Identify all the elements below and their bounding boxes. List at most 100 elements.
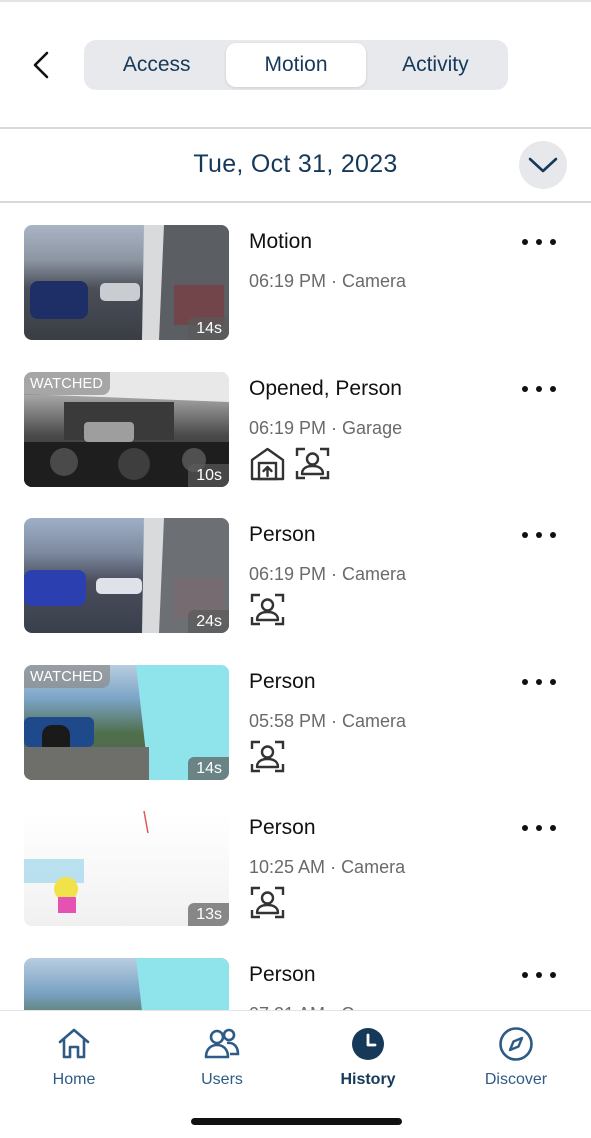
meta-separator: ·	[331, 710, 338, 731]
event-title: Motion	[249, 230, 313, 253]
event-time: 05:58 PM	[249, 710, 327, 731]
nav-discover[interactable]: Discover	[456, 1025, 576, 1105]
event-tags	[250, 592, 285, 627]
more-dot	[536, 678, 542, 685]
event-row[interactable]: Person07:21 AM·Camera	[0, 937, 591, 1010]
more-dot	[550, 385, 556, 392]
event-row[interactable]: WATCHED 14s Person 05:58 PM · Camera	[0, 644, 591, 791]
more-options-button[interactable]	[522, 379, 556, 399]
thumbnail-image	[24, 957, 229, 1010]
date-bar: Tue, Oct 31, 2023	[0, 130, 591, 202]
back-button[interactable]	[24, 46, 58, 84]
more-dot	[522, 239, 528, 245]
event-row[interactable]: 24s Person 06:19 PM · Camera	[0, 497, 591, 644]
event-meta: 06:19 PM · Garage	[249, 418, 402, 439]
person-detected-icon	[295, 447, 330, 479]
more-dot	[550, 532, 556, 539]
duration-badge: 24s	[188, 610, 229, 634]
event-meta: 10:25 AM · Camera	[249, 857, 405, 878]
more-dot	[536, 532, 542, 539]
tab-motion[interactable]: Motion	[226, 43, 366, 87]
compass-icon	[497, 1025, 535, 1063]
meta-separator: ·	[331, 417, 338, 438]
event-thumbnail[interactable]: WATCHED 14s	[24, 664, 229, 780]
users-icon	[203, 1025, 241, 1063]
event-row[interactable]: 14s Motion 06:19 PM · Camera	[0, 204, 591, 351]
nav-home-label: Home	[52, 1071, 96, 1088]
more-dot	[522, 678, 528, 685]
duration-badge: 14s	[188, 317, 229, 340]
nav-home[interactable]: Home	[14, 1025, 134, 1105]
event-thumbnail[interactable]: 14s	[24, 225, 229, 340]
more-dot	[522, 532, 528, 539]
event-title: Person	[249, 962, 316, 986]
tab-activity[interactable]: Activity	[366, 43, 505, 87]
more-options-button[interactable]	[522, 818, 556, 838]
date-picker-button[interactable]	[519, 141, 567, 189]
meta-separator: ·	[331, 271, 338, 291]
event-time: 10:25 AM	[249, 857, 326, 878]
more-options-button[interactable]	[522, 965, 556, 985]
event-meta: 06:19 PM · Camera	[249, 271, 406, 292]
more-dot	[550, 678, 556, 685]
watched-badge: WATCHED	[24, 371, 111, 395]
event-row[interactable]: 13s Person 10:25 AM · Camera	[0, 790, 591, 937]
nav-history[interactable]: History	[308, 1025, 428, 1105]
more-dot	[522, 971, 528, 978]
event-tags	[250, 446, 330, 481]
chevron-down-icon	[528, 157, 558, 173]
person-detected-icon	[250, 887, 285, 919]
event-meta: 06:19 PM · Camera	[249, 564, 406, 585]
more-dot	[536, 385, 542, 392]
nav-discover-label: Discover	[484, 1071, 548, 1088]
event-time: 06:19 PM	[249, 417, 327, 438]
event-meta: 05:58 PM · Camera	[249, 711, 406, 732]
home-indicator[interactable]	[191, 1118, 402, 1125]
event-tags	[250, 885, 285, 920]
meta-separator: ·	[331, 564, 338, 585]
date-divider	[0, 201, 591, 203]
person-detected-icon	[250, 739, 285, 774]
tab-access[interactable]: Access	[87, 43, 226, 87]
header-divider	[0, 127, 591, 129]
event-thumbnail[interactable]	[24, 957, 229, 1010]
nav-users[interactable]: Users	[162, 1025, 282, 1105]
more-options-button[interactable]	[522, 672, 556, 692]
duration-badge: 13s	[188, 903, 229, 927]
nav-users-label: Users	[201, 1071, 243, 1088]
meta-separator: ·	[330, 857, 337, 878]
more-dot	[536, 971, 542, 978]
event-title: Opened, Person	[249, 376, 402, 400]
event-thumbnail[interactable]: WATCHED 10s	[24, 371, 229, 487]
date-label: Tue, Oct 31, 2023	[193, 150, 398, 178]
event-list[interactable]: 14s Motion 06:19 PM · Camera WATCHED 10s Opened…	[0, 204, 591, 1010]
home-icon	[55, 1025, 93, 1063]
person-detected-icon	[250, 592, 285, 627]
header: Access Motion Activity	[0, 0, 591, 128]
watched-badge: WATCHED	[24, 664, 111, 688]
more-dot	[550, 239, 556, 245]
more-dot	[522, 385, 528, 392]
history-clock-icon	[349, 1025, 387, 1063]
chevron-left-icon	[33, 51, 49, 79]
event-row[interactable]: WATCHED 10s Opened, Person 06:19 PM · Garage	[0, 351, 591, 498]
event-thumbnail[interactable]: 24s	[24, 518, 229, 634]
event-thumbnail[interactable]: 13s	[24, 811, 229, 927]
garage-opened-icon	[250, 447, 285, 480]
event-source: Camera	[342, 271, 407, 291]
more-dot	[522, 825, 528, 832]
more-options-button[interactable]	[522, 232, 556, 252]
person-detected-icon	[250, 885, 285, 920]
event-source: Camera	[342, 564, 407, 585]
duration-badge: 10s	[188, 463, 229, 487]
segmented-control: Access Motion Activity	[84, 40, 508, 90]
event-time: 06:19 PM	[249, 564, 327, 585]
more-dot	[550, 971, 556, 978]
event-source: Camera	[342, 710, 407, 731]
more-options-button[interactable]	[522, 525, 556, 545]
more-dot	[536, 239, 542, 245]
person-detected-icon	[295, 446, 330, 481]
event-time: 06:19 PM	[249, 271, 327, 291]
event-source: Garage	[342, 417, 403, 438]
more-dot	[550, 825, 556, 832]
